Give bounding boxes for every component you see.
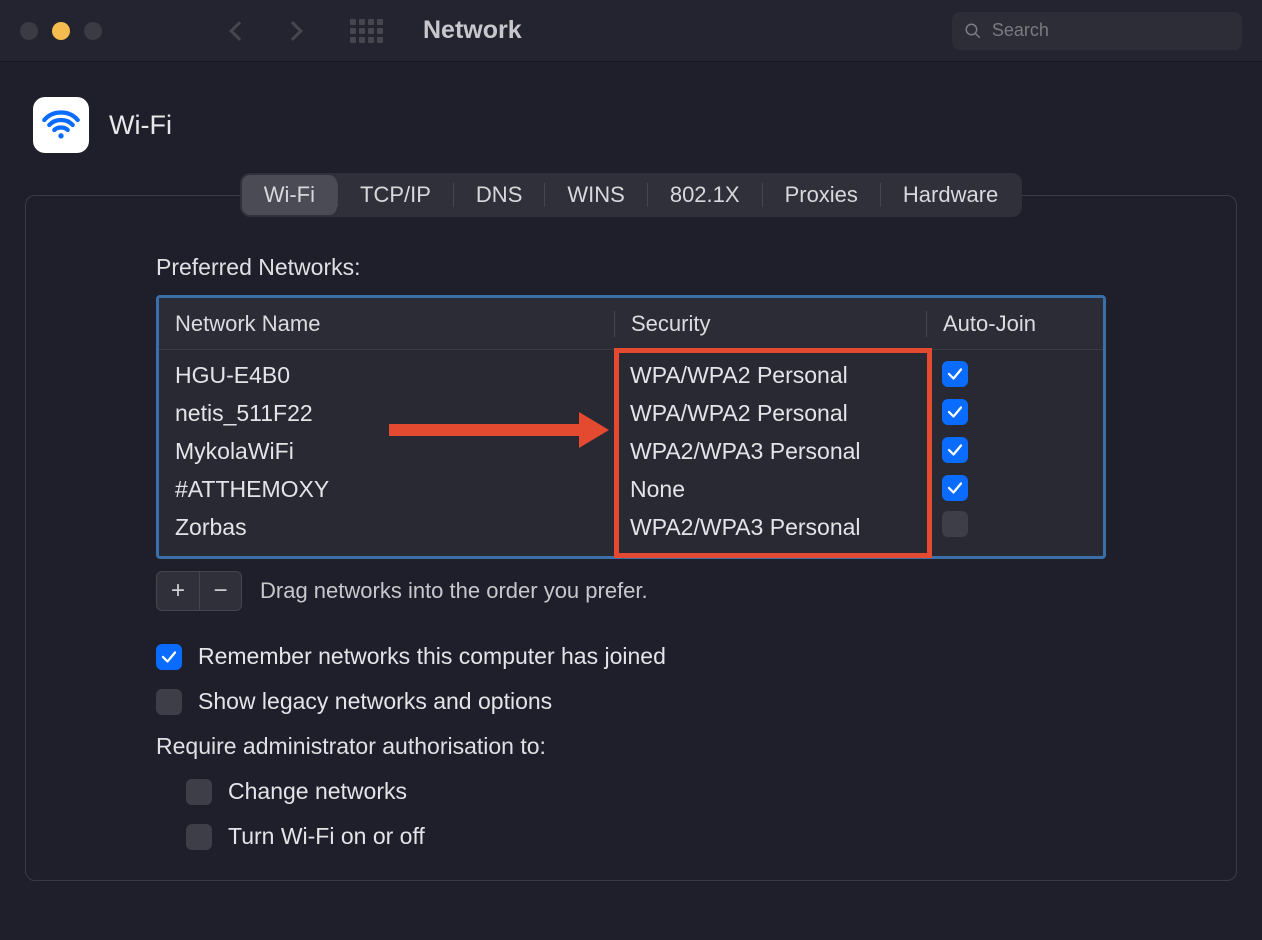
tab-tcpip[interactable]: TCP/IP: [338, 175, 453, 215]
search-input[interactable]: [992, 20, 1230, 41]
tab-wins[interactable]: WINS: [545, 175, 646, 215]
back-button[interactable]: [229, 21, 249, 41]
auto-join-checkbox[interactable]: [942, 361, 968, 387]
wifi-icon: [33, 97, 89, 153]
table-row[interactable]: netis_511F22WPA/WPA2 Personal: [159, 394, 1103, 432]
cell-security: WPA/WPA2 Personal: [614, 400, 926, 427]
tab-wifi[interactable]: Wi-Fi: [242, 175, 337, 215]
add-remove-group: + −: [156, 571, 242, 611]
table-toolbar: + − Drag networks into the order you pre…: [156, 571, 1106, 611]
cell-network-name: HGU-E4B0: [159, 362, 614, 389]
window-controls: [20, 22, 102, 40]
auto-join-checkbox[interactable]: [942, 511, 968, 537]
cell-security: WPA/WPA2 Personal: [614, 362, 926, 389]
table-header: Network Name Security Auto-Join: [159, 298, 1103, 350]
window-title: Network: [423, 16, 522, 45]
nav-buttons: [232, 24, 300, 38]
toggle-wifi-option[interactable]: Turn Wi-Fi on or off: [186, 823, 1106, 850]
show-all-icon[interactable]: [350, 19, 383, 43]
zoom-window-button[interactable]: [84, 22, 102, 40]
legacy-networks-option[interactable]: Show legacy networks and options: [156, 688, 1106, 715]
minimize-window-button[interactable]: [52, 22, 70, 40]
remember-networks-checkbox[interactable]: [156, 644, 182, 670]
preferred-networks-table[interactable]: Network Name Security Auto-Join HGU-E4B0…: [156, 295, 1106, 559]
change-networks-label: Change networks: [228, 778, 407, 805]
cell-auto-join: [926, 475, 1103, 503]
search-icon: [964, 21, 982, 41]
drag-hint: Drag networks into the order you prefer.: [260, 578, 648, 604]
cell-auto-join: [926, 399, 1103, 427]
auto-join-checkbox[interactable]: [942, 399, 968, 425]
table-row[interactable]: #ATTHEMOXYNone: [159, 470, 1103, 508]
options-group: Remember networks this computer has join…: [156, 643, 1106, 850]
cell-auto-join: [926, 511, 1103, 543]
col-auto-join[interactable]: Auto-Join: [926, 311, 1103, 337]
tab-hardware[interactable]: Hardware: [881, 175, 1020, 215]
col-security[interactable]: Security: [614, 311, 926, 337]
tab-bar: Wi-FiTCP/IPDNSWINS802.1XProxiesHardware: [25, 173, 1237, 217]
remove-network-button[interactable]: −: [199, 572, 241, 610]
remember-networks-option[interactable]: Remember networks this computer has join…: [156, 643, 1106, 670]
cell-security: None: [614, 476, 926, 503]
forward-button[interactable]: [283, 21, 303, 41]
tab-dns[interactable]: DNS: [454, 175, 544, 215]
toggle-wifi-checkbox[interactable]: [186, 824, 212, 850]
page-header: Wi-Fi: [25, 97, 1237, 153]
cell-network-name: Zorbas: [159, 514, 614, 541]
search-field[interactable]: [952, 12, 1242, 50]
change-networks-option[interactable]: Change networks: [186, 778, 1106, 805]
cell-network-name: #ATTHEMOXY: [159, 476, 614, 503]
cell-network-name: netis_511F22: [159, 400, 614, 427]
add-network-button[interactable]: +: [157, 572, 199, 610]
admin-auth-heading: Require administrator authorisation to:: [156, 733, 1106, 760]
legacy-networks-label: Show legacy networks and options: [198, 688, 552, 715]
auto-join-checkbox[interactable]: [942, 437, 968, 463]
settings-panel: Preferred Networks: Network Name Securit…: [25, 195, 1237, 881]
tab-proxies[interactable]: Proxies: [763, 175, 880, 215]
table-body: HGU-E4B0WPA/WPA2 Personalnetis_511F22WPA…: [159, 350, 1103, 556]
preferred-networks-label: Preferred Networks:: [156, 254, 1106, 281]
page-title: Wi-Fi: [109, 110, 172, 141]
toggle-wifi-label: Turn Wi-Fi on or off: [228, 823, 425, 850]
close-window-button[interactable]: [20, 22, 38, 40]
col-network-name[interactable]: Network Name: [159, 311, 614, 337]
table-row[interactable]: MykolaWiFiWPA2/WPA3 Personal: [159, 432, 1103, 470]
change-networks-checkbox[interactable]: [186, 779, 212, 805]
legacy-networks-checkbox[interactable]: [156, 689, 182, 715]
cell-auto-join: [926, 437, 1103, 465]
cell-security: WPA2/WPA3 Personal: [614, 514, 926, 541]
cell-security: WPA2/WPA3 Personal: [614, 438, 926, 465]
cell-auto-join: [926, 361, 1103, 389]
table-row[interactable]: HGU-E4B0WPA/WPA2 Personal: [159, 356, 1103, 394]
table-row[interactable]: ZorbasWPA2/WPA3 Personal: [159, 508, 1103, 546]
titlebar: Network: [0, 0, 1262, 62]
auto-join-checkbox[interactable]: [942, 475, 968, 501]
remember-networks-label: Remember networks this computer has join…: [198, 643, 666, 670]
tab-8021x[interactable]: 802.1X: [648, 175, 762, 215]
cell-network-name: MykolaWiFi: [159, 438, 614, 465]
